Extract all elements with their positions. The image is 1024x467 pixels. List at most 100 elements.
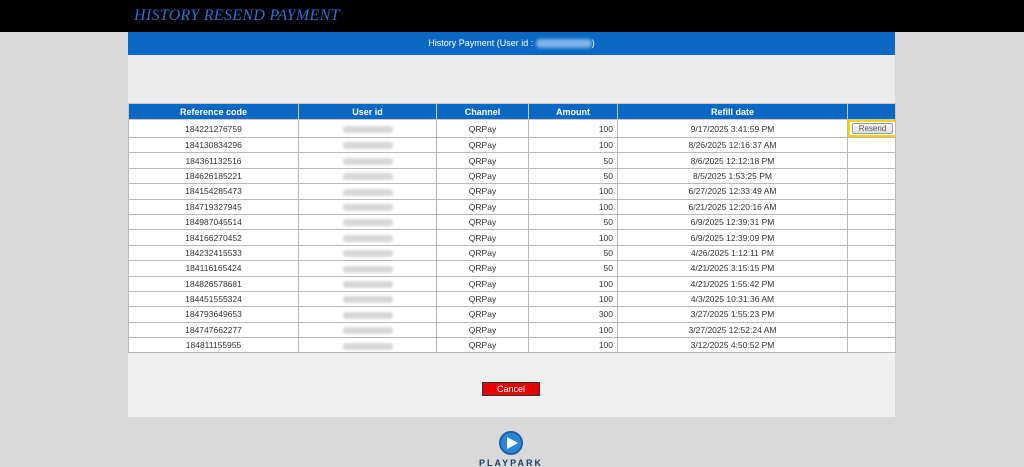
user-id-cell — [298, 290, 437, 308]
logo-wordmark: PLAYPARK — [478, 458, 543, 467]
channel-cell: QRPay — [436, 152, 529, 169]
amount-cell: 50 — [528, 213, 618, 231]
channel-cell: QRPay — [436, 167, 529, 185]
amount-cell: 100 — [528, 290, 618, 308]
page-title: HISTORY RESEND PAYMENT — [134, 7, 340, 24]
table-row: 184154285473 QRPay 100 6/27/2025 12:33:49 A… — [128, 183, 896, 200]
refill-date-cell: 8/5/2025 1:53:25 PM — [617, 167, 848, 185]
reference-code-cell: 184361132516 — [128, 152, 299, 169]
reference-code-cell: 184987045514 — [128, 213, 299, 231]
refill-date-cell: 6/9/2025 12:39:31 PM — [617, 213, 848, 231]
refill-date-cell: 4/21/2025 3:15:15 PM — [617, 260, 848, 277]
table-header-row: Reference code User id Channel Amount Re… — [128, 103, 896, 120]
action-cell — [847, 337, 896, 354]
redacted-user-id — [342, 311, 393, 319]
refill-date-cell: 6/27/2025 12:33:49 AM — [617, 183, 848, 200]
table-row: 184361132516 QRPay 50 8/6/2025 12:12:18 PM — [128, 152, 896, 169]
column-header: Channel — [436, 103, 529, 120]
panel-header: History Payment (User id : ) — [128, 32, 895, 55]
channel-cell: QRPay — [436, 136, 529, 154]
user-id-cell — [298, 275, 437, 292]
redacted-user-id — [342, 265, 393, 273]
column-header: Refill date — [617, 103, 848, 120]
refill-date-cell: 6/9/2025 12:39:09 PM — [617, 229, 848, 246]
amount-cell: 50 — [528, 244, 618, 262]
action-cell — [847, 275, 896, 292]
user-id-cell — [298, 244, 437, 262]
column-header: User id — [298, 103, 437, 120]
reference-code-cell: 184826578681 — [128, 275, 299, 292]
action-cell — [847, 213, 896, 231]
table-row: 184116165424 QRPay 50 4/21/2025 3:15:15 PM — [128, 260, 896, 277]
action-cell — [847, 306, 896, 323]
amount-cell: 100 — [528, 183, 618, 200]
user-id-cell — [298, 136, 437, 154]
column-header: Reference code — [128, 103, 299, 120]
redacted-user-id — [342, 296, 393, 304]
action-cell — [847, 321, 896, 339]
reference-code-cell: 184130834296 — [128, 136, 299, 154]
channel-cell: QRPay — [436, 183, 529, 200]
reference-code-cell: 184221276759 — [128, 119, 299, 138]
redacted-user-id — [342, 204, 393, 211]
user-id-cell — [298, 337, 437, 354]
redacted-user-id — [342, 125, 393, 133]
resend-button[interactable]: Resend — [852, 123, 893, 134]
table-row: 184811155955 QRPay 100 3/12/2025 4:50:52 PM — [128, 337, 896, 354]
redacted-user-id — [535, 39, 592, 49]
reference-code-cell: 184719327945 — [128, 198, 299, 215]
amount-cell: 100 — [528, 229, 618, 246]
action-cell — [847, 290, 896, 308]
amount-cell: 100 — [528, 337, 618, 354]
refill-date-cell: 3/12/2025 4:50:52 PM — [617, 337, 848, 354]
redacted-user-id — [342, 142, 393, 150]
table-row: 184166270452 QRPay 100 6/9/2025 12:39:09 PM — [128, 229, 896, 246]
user-id-cell — [298, 306, 437, 323]
reference-code-cell: 184811155955 — [128, 337, 299, 354]
column-header: Amount — [528, 103, 618, 120]
amount-cell: 300 — [528, 306, 618, 323]
payment-history-table: Reference code User id Channel Amount Re… — [128, 103, 896, 354]
filter-area — [128, 55, 895, 103]
amount-cell: 100 — [528, 198, 618, 215]
top-bar: HISTORY RESEND PAYMENT — [0, 0, 1024, 32]
channel-cell: QRPay — [436, 290, 529, 308]
amount-cell: 50 — [528, 260, 618, 277]
user-id-cell — [298, 229, 437, 246]
panel-title-suffix: ) — [591, 38, 595, 48]
table-row: 184626185221 QRPay 50 8/5/2025 1:53:25 PM — [128, 167, 896, 185]
channel-cell: QRPay — [436, 244, 529, 262]
refill-date-cell: 9/17/2025 3:41:59 PM — [617, 119, 848, 138]
refill-date-cell: 6/21/2025 12:20:16 AM — [617, 198, 848, 215]
redacted-user-id — [342, 188, 393, 196]
amount-cell: 100 — [528, 321, 618, 339]
redacted-user-id — [342, 219, 393, 227]
play-icon — [499, 431, 523, 455]
channel-cell: QRPay — [436, 213, 529, 231]
user-id-cell — [298, 213, 437, 231]
amount-cell: 100 — [528, 275, 618, 292]
amount-cell: 100 — [528, 119, 618, 138]
action-cell — [847, 260, 896, 277]
reference-code-cell: 184232415533 — [128, 244, 299, 262]
user-id-cell — [298, 321, 437, 339]
redacted-user-id — [342, 280, 393, 288]
amount-cell: 50 — [528, 152, 618, 169]
table-row: 184130834296 QRPay 100 8/26/2025 12:16:37 A… — [128, 136, 896, 154]
panel-title-prefix: History Payment (User id : — [428, 38, 534, 48]
table-row: 184826578681 QRPay 100 4/21/2025 1:55:42 PM — [128, 275, 896, 292]
user-id-cell — [298, 152, 437, 169]
reference-code-cell: 184154285473 — [128, 183, 299, 200]
redacted-user-id — [342, 157, 393, 165]
reference-code-cell: 184626185221 — [128, 167, 299, 185]
table-row: 184232415533 QRPay 50 4/26/2025 1:12:11 PM — [128, 244, 896, 262]
cancel-button[interactable]: Cancel — [482, 382, 540, 396]
reference-code-cell: 184793649653 — [128, 306, 299, 323]
redacted-user-id — [342, 327, 393, 335]
refill-date-cell: 4/21/2025 1:55:42 PM — [617, 275, 848, 292]
reference-code-cell: 184747662277 — [128, 321, 299, 339]
reference-code-cell: 184116165424 — [128, 260, 299, 277]
action-cell — [847, 167, 896, 185]
reference-code-cell: 184166270452 — [128, 229, 299, 246]
table-row: 184719327945 QRPay 100 6/21/2025 12:20:16 A… — [128, 198, 896, 215]
